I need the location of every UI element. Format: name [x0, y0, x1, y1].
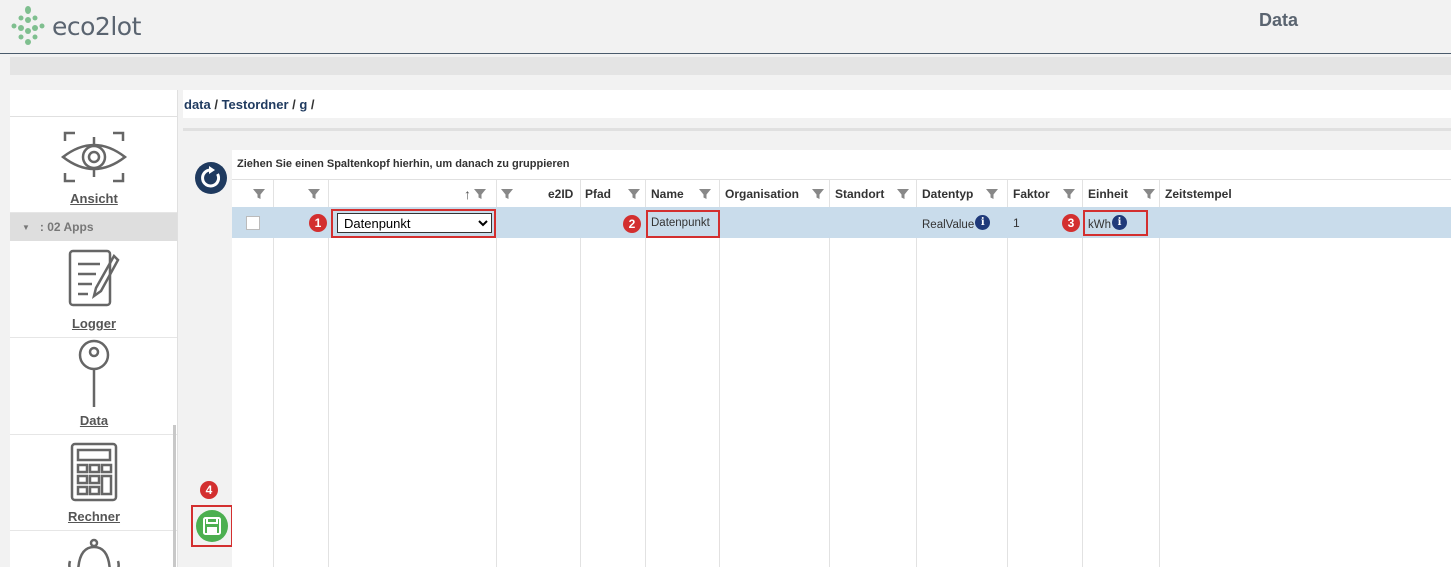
- logo-icon: [11, 6, 45, 45]
- filter-icon[interactable]: [1062, 187, 1076, 201]
- filter-icon[interactable]: [627, 187, 641, 201]
- app-header: eco2lot Data: [0, 0, 1451, 54]
- refresh-button[interactable]: [195, 162, 227, 194]
- column-header-standort[interactable]: Standort: [835, 180, 910, 207]
- sidebar-top: [10, 90, 177, 117]
- sidebar-item-logger[interactable]: Logger: [10, 241, 177, 338]
- column-label: Faktor: [1013, 186, 1050, 201]
- row-select-cell[interactable]: [246, 207, 260, 238]
- column-label: Zeitstempel: [1165, 186, 1232, 201]
- column-label: Einheit: [1088, 186, 1129, 201]
- datatype-value: RealValue: [922, 218, 975, 231]
- col-divider: [1007, 180, 1008, 567]
- column-label: Pfad: [585, 186, 612, 201]
- filter-icon[interactable]: [1142, 187, 1156, 201]
- column-header-e2id[interactable]: e2ID: [500, 180, 573, 207]
- page-title: Data: [1259, 10, 1299, 30]
- column-header-zeitstempel[interactable]: Zeitstempel: [1165, 180, 1232, 207]
- breadcrumb-sep: /: [210, 97, 222, 112]
- save-highlight: [191, 505, 233, 547]
- pin-icon: [78, 339, 110, 407]
- column-header-organisation[interactable]: Organisation: [725, 180, 825, 207]
- filter-icon[interactable]: [473, 187, 487, 201]
- breadcrumb-item-data[interactable]: data: [184, 97, 211, 112]
- filter-icon[interactable]: [896, 187, 910, 201]
- column-header-faktor[interactable]: Faktor: [1013, 180, 1076, 207]
- datatype-cell[interactable]: RealValue i: [922, 207, 991, 238]
- logo[interactable]: eco2lot: [10, 4, 141, 48]
- column-label: Name: [651, 186, 684, 201]
- col-divider: [1159, 180, 1160, 567]
- group-drop-zone[interactable]: Ziehen Sie einen Spaltenkopf hierhin, um…: [232, 150, 1451, 180]
- sidebar-item-label: Data: [79, 413, 109, 428]
- calculator-icon: [70, 442, 118, 502]
- document-edit-icon: [68, 249, 120, 307]
- breadcrumb-sep: /: [288, 97, 300, 112]
- info-icon[interactable]: i: [975, 215, 991, 230]
- filter-icon[interactable]: [500, 187, 514, 201]
- sidebar-scrollbar[interactable]: [173, 425, 176, 567]
- filter-icon[interactable]: [985, 187, 999, 201]
- filter-icon[interactable]: [307, 187, 321, 201]
- eye-scan-icon: [61, 131, 127, 183]
- col-divider: [580, 180, 581, 567]
- col-divider: [829, 180, 830, 567]
- column-filter-select[interactable]: [252, 180, 266, 207]
- col-divider: [328, 180, 329, 567]
- column-label: Datentyp: [922, 186, 974, 201]
- column-header-pfad[interactable]: Pfad: [585, 180, 641, 207]
- col-divider: [719, 180, 720, 567]
- sidebar-item-ansicht[interactable]: Ansicht: [10, 118, 177, 213]
- column-label: Organisation: [725, 186, 800, 201]
- factor-cell[interactable]: 1: [1013, 207, 1020, 238]
- column-header-type[interactable]: ↑: [464, 180, 487, 207]
- caret-down-icon: ▼: [22, 222, 30, 232]
- column-header-name[interactable]: Name: [651, 180, 712, 207]
- sidebar-item-label: Ansicht: [70, 191, 118, 206]
- row-checkbox[interactable]: [246, 215, 260, 230]
- annotation-badge-3: 3: [1062, 214, 1080, 232]
- factor-value: 1: [1013, 215, 1020, 230]
- col-divider: [645, 180, 646, 567]
- sidebar-item-rechner[interactable]: Rechner: [10, 435, 177, 531]
- refresh-icon: [195, 162, 227, 194]
- highlight-box-3: [1083, 210, 1148, 236]
- col-divider: [916, 180, 917, 567]
- sort-ascending-icon[interactable]: ↑: [464, 186, 471, 202]
- column-header-einheit[interactable]: Einheit: [1088, 180, 1156, 207]
- sidebar-item-alarm[interactable]: [10, 531, 177, 567]
- col-divider: [1082, 180, 1083, 567]
- sidebar: Ansicht ▼ : 02 Apps Logger Data Rechner: [10, 90, 178, 567]
- sidebar-group-apps[interactable]: ▼ : 02 Apps: [10, 213, 177, 241]
- filter-icon[interactable]: [252, 187, 266, 201]
- filter-icon[interactable]: [811, 187, 825, 201]
- breadcrumb-item-testordner[interactable]: Testordner: [222, 97, 289, 112]
- alarm-bell-icon: [68, 538, 120, 567]
- col-divider: [273, 180, 274, 567]
- annotation-badge-1: 1: [309, 214, 327, 232]
- filter-icon[interactable]: [698, 187, 712, 201]
- annotation-badge-4: 4: [200, 481, 218, 499]
- column-label: Standort: [835, 186, 885, 201]
- column-filter-flag[interactable]: [307, 180, 321, 207]
- toolbar-strip: [10, 57, 1451, 75]
- save-icon[interactable]: [196, 510, 228, 542]
- highlight-box-2: [646, 210, 720, 238]
- sidebar-group-label: : 02 Apps: [39, 220, 94, 234]
- highlight-box-1: [331, 209, 496, 238]
- col-divider: [496, 180, 497, 567]
- logo-text: eco2lot: [52, 11, 141, 41]
- column-header-datentyp[interactable]: Datentyp: [922, 180, 999, 207]
- column-label: e2ID: [548, 186, 574, 201]
- sidebar-item-label: Rechner: [67, 509, 121, 524]
- sidebar-item-label: Logger: [71, 316, 117, 331]
- breadcrumb-sep: /: [307, 97, 315, 112]
- sidebar-item-data[interactable]: Data: [10, 338, 177, 435]
- annotation-badge-2: 2: [623, 215, 641, 233]
- breadcrumb: data / Testordner / g /: [183, 90, 1451, 118]
